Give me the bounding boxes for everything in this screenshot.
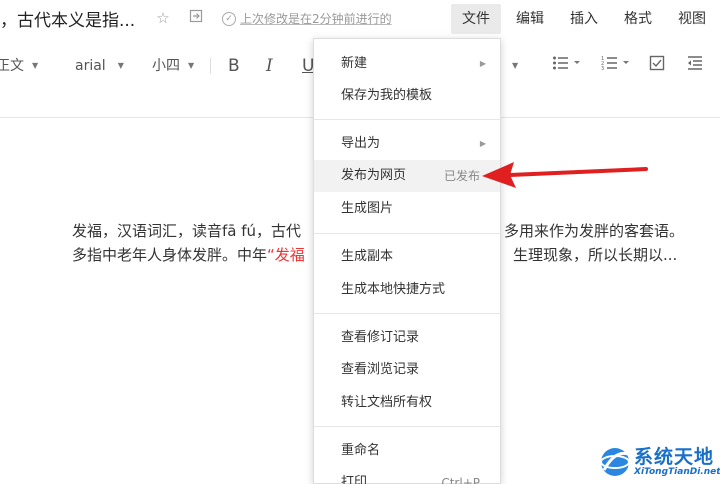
menu-item-revision-history[interactable]: 查看修订记录	[314, 322, 500, 354]
font-size-select[interactable]: 小四 ▼	[152, 55, 194, 77]
shortcut-hint: Ctrl+P	[441, 476, 480, 484]
doc-line-2[interactable]: 多指中老年人身体发胖。中年“发福	[72, 244, 305, 265]
menu-item-make-copy[interactable]: 生成副本	[314, 241, 500, 273]
menu-item-label: 生成本地快捷方式	[341, 282, 446, 297]
folder-move-icon[interactable]	[187, 9, 205, 27]
doc-line-2-highlight: “发福	[267, 246, 305, 264]
paragraph-style-select[interactable]: 正文 ▼	[0, 55, 38, 77]
save-status-text: 上次修改是在2分钟前进行的	[240, 12, 392, 26]
numbered-list-button[interactable]: 123	[601, 55, 631, 77]
menu-item-save-template[interactable]: 保存为我的模板	[314, 80, 500, 112]
menu-item-label: 打印	[341, 475, 368, 484]
watermark-name: 系统天地	[634, 446, 715, 468]
doc-line-2-end[interactable]: 生理现象，所以长期以...	[513, 244, 677, 265]
menu-item-rename[interactable]: 重命名	[314, 435, 500, 467]
menu-divider	[314, 119, 500, 120]
menu-item-label: 导出为	[341, 136, 381, 151]
menu-item-view-history[interactable]: 查看浏览记录	[314, 354, 500, 386]
menu-item-new[interactable]: 新建 ▶	[314, 48, 500, 80]
italic-button[interactable]: I	[266, 55, 273, 77]
font-family-value: arial	[75, 58, 106, 74]
numbered-list-icon: 123	[601, 56, 629, 72]
checkbox-icon	[649, 55, 665, 71]
annotation-arrow-icon	[482, 162, 648, 188]
toolbar-dropdown[interactable]: ▼	[512, 55, 518, 77]
menu-item-label: 重命名	[341, 443, 381, 458]
menu-item-print[interactable]: 打印 Ctrl+P	[314, 467, 500, 484]
doc-line-1-end[interactable]: 多用来作为发胖的客套语。	[504, 220, 684, 241]
watermark-site: XiTongTianDi.net	[634, 467, 720, 477]
check-circle-icon: ✓	[222, 11, 236, 26]
paragraph-style-value: 正文	[0, 58, 24, 74]
chevron-right-icon: ▶	[479, 59, 486, 68]
menu-divider	[314, 426, 500, 427]
caret-down-icon: ▼	[117, 61, 124, 70]
doc-line-1-start[interactable]: 发福，汉语词汇，读音fā fú，古代	[72, 220, 301, 241]
svg-text:3: 3	[601, 66, 604, 71]
menu-edit[interactable]: 编辑	[508, 4, 552, 34]
caret-down-icon: ▼	[512, 61, 519, 70]
star-icon[interactable]: ☆	[154, 9, 172, 27]
font-size-value: 小四	[152, 58, 180, 74]
title-bar: ，古代本义是指... ☆ ✓ 上次修改是在2分钟前进行的 文件 编辑 插入 格式…	[0, 0, 720, 38]
menu-item-label: 转让文档所有权	[341, 395, 433, 410]
watermark-logo: 系统天地 XiTongTianDi.net	[598, 440, 720, 484]
menu-insert[interactable]: 插入	[562, 4, 606, 34]
toolbar-divider	[210, 58, 211, 74]
checkbox-list-button[interactable]	[649, 55, 665, 77]
indent-icon	[688, 56, 702, 70]
doc-line-2-start: 多指中老年人身体发胖。中年	[72, 246, 268, 264]
font-family-select[interactable]: arial ▼	[75, 55, 124, 77]
menu-item-generate-image[interactable]: 生成图片	[314, 193, 500, 225]
caret-down-icon: ▼	[32, 61, 39, 70]
menu-item-label: 保存为我的模板	[341, 88, 433, 103]
menu-item-label: 查看浏览记录	[341, 362, 420, 377]
menu-format[interactable]: 格式	[616, 4, 660, 34]
globe-logo-icon	[600, 448, 630, 476]
caret-down-icon: ▼	[188, 61, 195, 70]
bold-button[interactable]: B	[228, 55, 240, 77]
menu-item-label: 发布为网页	[341, 168, 407, 183]
menu-file[interactable]: 文件	[451, 4, 501, 34]
menu-item-transfer-ownership[interactable]: 转让文档所有权	[314, 387, 500, 419]
menu-view[interactable]: 视图	[670, 4, 714, 34]
menu-item-local-shortcut[interactable]: 生成本地快捷方式	[314, 274, 500, 306]
menu-item-label: 新建	[341, 56, 368, 71]
save-status[interactable]: ✓ 上次修改是在2分钟前进行的	[222, 10, 392, 27]
indent-button[interactable]	[687, 55, 703, 77]
menu-item-label: 生成图片	[341, 201, 394, 216]
document-title[interactable]: ，古代本义是指...	[0, 6, 135, 31]
menu-item-label: 生成副本	[341, 249, 394, 264]
menu-item-label: 查看修订记录	[341, 330, 420, 345]
menu-divider	[314, 233, 500, 234]
file-menu: 新建 ▶ 保存为我的模板 导出为 ▶ 发布为网页 已发布 生成图片 生成副本 生成本地…	[313, 38, 501, 484]
bullet-list-button[interactable]	[552, 55, 582, 77]
bullet-list-icon	[553, 56, 580, 70]
menu-divider	[314, 313, 500, 314]
